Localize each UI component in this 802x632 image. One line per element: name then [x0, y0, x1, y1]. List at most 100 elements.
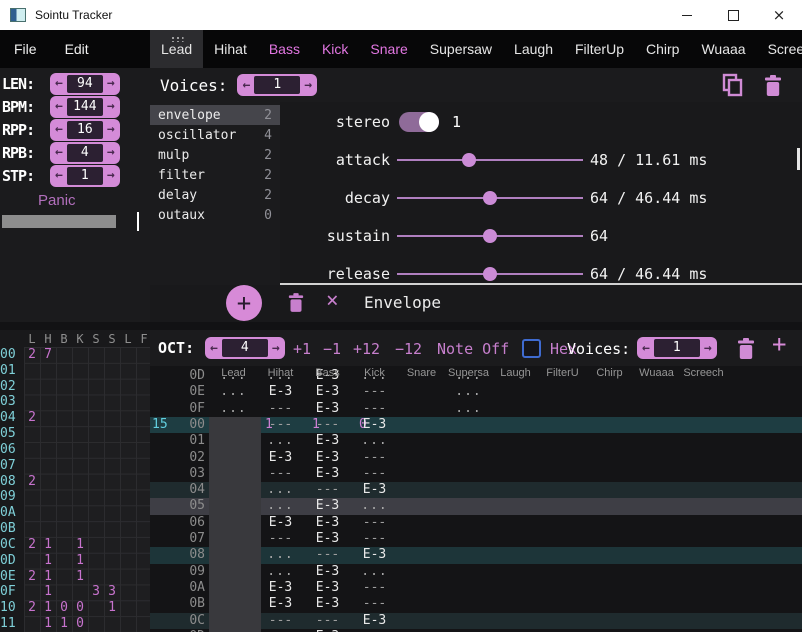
note-cell[interactable]: --- — [304, 417, 351, 433]
instrument-voices-stepper[interactable]: ←1→ — [237, 74, 317, 96]
note-cell[interactable]: ... — [351, 564, 398, 580]
note-cell[interactable]: --- — [351, 401, 398, 417]
left-arrow-icon[interactable]: ← — [51, 77, 67, 90]
order-cell[interactable]: 1 — [72, 553, 88, 569]
order-cell[interactable]: 0 — [56, 600, 72, 616]
note-cell[interactable]: --- — [351, 580, 398, 596]
unit-item-outaux[interactable]: outaux0 — [150, 205, 280, 225]
left-arrow-icon[interactable]: ← — [238, 79, 254, 92]
order-cell[interactable]: 2 — [24, 600, 40, 616]
order-cell[interactable]: 1 — [40, 584, 56, 600]
unit-item-envelope[interactable]: envelope2 — [150, 105, 280, 125]
note-cell[interactable]: ... — [257, 547, 304, 563]
order-cell[interactable]: 1 — [72, 569, 88, 585]
note-cell[interactable]: E-3 — [304, 531, 351, 547]
note-cell[interactable]: E-3 — [304, 498, 351, 514]
note-cell[interactable]: --- — [351, 531, 398, 547]
note-cell[interactable]: ... — [445, 384, 492, 400]
note-cell[interactable]: ... — [445, 401, 492, 417]
note-cell[interactable]: E-3 — [257, 580, 304, 596]
order-cell[interactable]: 2 — [24, 347, 40, 363]
right-arrow-icon[interactable]: → — [103, 100, 119, 113]
tab-filterup[interactable]: FilterUp — [564, 30, 635, 68]
right-arrow-icon[interactable]: → — [103, 169, 119, 182]
release-slider[interactable] — [397, 273, 583, 275]
order-cell[interactable]: 0 — [72, 616, 88, 632]
order-cell[interactable]: 1 — [72, 537, 88, 553]
order-cell[interactable]: 2 — [24, 474, 40, 490]
note-row[interactable]: 0F...---E-3---... — [150, 401, 802, 417]
note-cell[interactable]: E-3 — [257, 384, 304, 400]
note-cell[interactable]: E-3 — [257, 515, 304, 531]
pattern-order-table[interactable]: LHBKSSLF0027010203042050607082090A0B0C21… — [0, 330, 150, 632]
note-cell[interactable]: E-3 — [304, 564, 351, 580]
note-cell[interactable]: --- — [304, 482, 351, 498]
note-cell[interactable]: E-3 — [304, 580, 351, 596]
right-arrow-icon[interactable]: → — [103, 123, 119, 136]
note-cell[interactable]: ... — [210, 401, 257, 417]
delete-track-button[interactable] — [737, 338, 755, 359]
len-stepper[interactable]: ←94→ — [50, 73, 120, 95]
note-cell[interactable]: --- — [257, 466, 304, 482]
order-cell[interactable]: 1 — [56, 616, 72, 632]
slider-thumb[interactable] — [483, 267, 497, 281]
note-cell[interactable]: E-3 — [304, 450, 351, 466]
octave-stepper[interactable]: ←4→ — [205, 337, 285, 359]
close-button[interactable]: × — [756, 0, 802, 30]
note-cell[interactable]: E-3 — [257, 450, 304, 466]
note-cell[interactable]: ... — [351, 433, 398, 449]
delete-unit-button[interactable] — [288, 293, 304, 312]
tab-lead[interactable]: Lead — [150, 30, 203, 68]
unit-item-mulp[interactable]: mulp2 — [150, 145, 280, 165]
note-cell[interactable]: E-3 — [304, 515, 351, 531]
note-cell[interactable]: E-3 — [304, 466, 351, 482]
left-arrow-icon[interactable]: ← — [51, 123, 67, 136]
slider-thumb[interactable] — [462, 153, 476, 167]
left-arrow-icon[interactable]: ← — [51, 169, 67, 182]
unit-item-delay[interactable]: delay2 — [150, 185, 280, 205]
bpm-stepper[interactable]: ←144→ — [50, 96, 120, 118]
delete-instrument-button[interactable] — [764, 75, 782, 96]
note-cell[interactable]: --- — [304, 613, 351, 629]
toolbar-button-+12[interactable]: +12 — [353, 340, 380, 358]
right-arrow-icon[interactable]: → — [103, 77, 119, 90]
note-cell[interactable]: E-3 — [304, 433, 351, 449]
note-cell[interactable]: E-3 — [351, 482, 398, 498]
tab-bass[interactable]: Bass — [258, 30, 311, 68]
add-track-button[interactable]: + — [772, 332, 786, 356]
order-cell[interactable]: 1 — [40, 600, 56, 616]
maximize-button[interactable] — [710, 0, 756, 30]
note-cell[interactable]: --- — [351, 450, 398, 466]
tab-wuaaa[interactable]: Wuaaa — [690, 30, 756, 68]
note-cell[interactable]: ... — [210, 384, 257, 400]
right-arrow-icon[interactable]: → — [300, 79, 316, 92]
minimize-button[interactable] — [664, 0, 710, 30]
menu-edit[interactable]: Edit — [51, 41, 103, 57]
order-cell[interactable]: 2 — [24, 569, 40, 585]
rpb-stepper[interactable]: ←4→ — [50, 142, 120, 164]
unit-item-filter[interactable]: filter2 — [150, 165, 280, 185]
unit-item-oscillator[interactable]: oscillator4 — [150, 125, 280, 145]
note-cell[interactable]: --- — [304, 547, 351, 563]
tab-supersaw[interactable]: Supersaw — [419, 30, 503, 68]
order-cell[interactable]: 3 — [104, 584, 120, 600]
hex-checkbox[interactable] — [522, 339, 541, 358]
note-cell[interactable]: --- — [351, 515, 398, 531]
tab-chirp[interactable]: Chirp — [635, 30, 690, 68]
slider-thumb[interactable] — [483, 229, 497, 243]
right-arrow-icon[interactable]: → — [268, 342, 284, 355]
toolbar-button-−1[interactable]: −1 — [323, 340, 341, 358]
note-cell[interactable]: --- — [351, 466, 398, 482]
order-cell[interactable]: 2 — [24, 410, 40, 426]
note-cell[interactable]: --- — [257, 401, 304, 417]
note-cell[interactable]: ... — [257, 564, 304, 580]
order-cell[interactable]: 1 — [40, 553, 56, 569]
left-arrow-icon[interactable]: ← — [206, 342, 222, 355]
sustain-slider[interactable] — [397, 235, 583, 237]
stp-stepper[interactable]: ←1→ — [50, 165, 120, 187]
order-cell[interactable]: 1 — [40, 569, 56, 585]
note-cell[interactable]: --- — [257, 531, 304, 547]
note-cell[interactable]: ... — [257, 482, 304, 498]
order-cell[interactable]: 7 — [40, 347, 56, 363]
order-cell[interactable]: 2 — [24, 537, 40, 553]
